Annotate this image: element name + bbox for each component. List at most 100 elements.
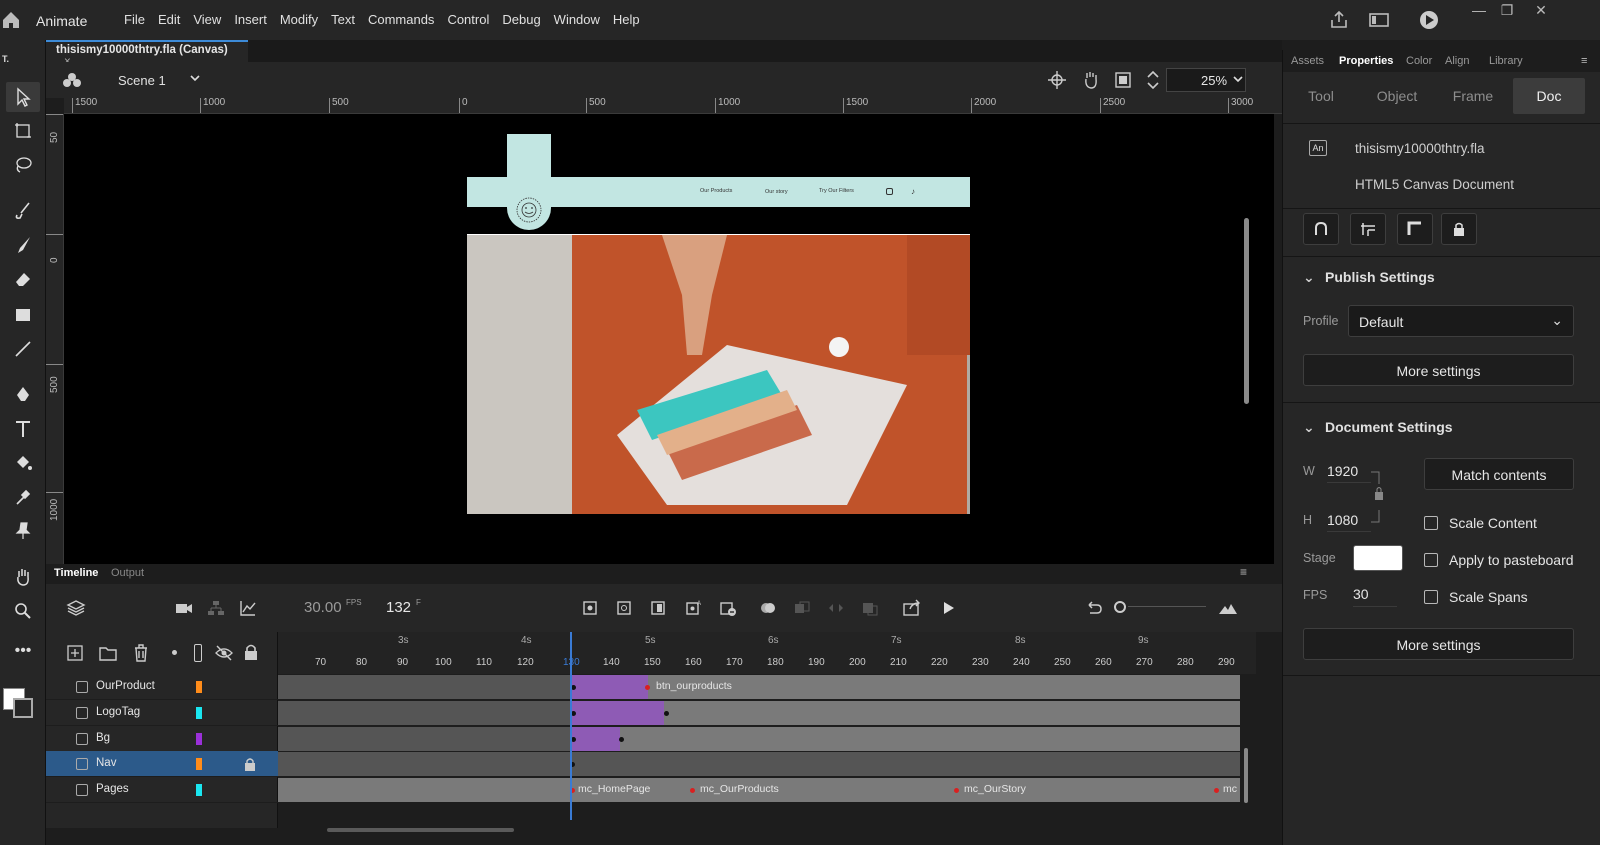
new-layer-icon[interactable] (66, 644, 84, 662)
free-transform-tool[interactable] (6, 116, 40, 146)
width-field[interactable]: 1920 (1327, 463, 1358, 479)
line-tool[interactable] (6, 334, 40, 364)
subtab-object[interactable]: Object (1361, 78, 1433, 114)
layer-row[interactable]: LogoTag (46, 700, 278, 726)
scene-name[interactable]: Scene 1 (118, 73, 166, 88)
profile-select[interactable]: Default ⌄ (1348, 305, 1574, 337)
motion-tween[interactable] (570, 727, 620, 751)
motion-tween[interactable] (570, 701, 664, 725)
document-settings-header[interactable]: ⌄ Document Settings (1303, 419, 1453, 436)
keyframe[interactable] (1214, 788, 1219, 793)
menu-modify[interactable]: Modify (280, 12, 318, 27)
rotate-stage-icon[interactable] (1080, 69, 1102, 91)
fps-field[interactable]: 30 (1353, 586, 1369, 602)
apply-pasteboard-checkbox[interactable] (1424, 553, 1438, 567)
zoom-slider-track[interactable] (1128, 606, 1206, 607)
keyframe[interactable] (619, 737, 624, 742)
panel-menu-icon[interactable]: ≡ (1581, 55, 1587, 67)
menu-view[interactable]: View (193, 12, 221, 27)
home-icon[interactable] (0, 9, 22, 31)
test-movie-icon[interactable] (1418, 10, 1440, 30)
layer-color-swatch[interactable] (196, 681, 202, 693)
minimize-icon[interactable]: — (1468, 2, 1490, 20)
play-icon[interactable] (938, 598, 958, 618)
frame-row-nav[interactable] (278, 752, 1240, 776)
height-field[interactable]: 1080 (1327, 512, 1358, 528)
fit-frames-icon[interactable] (1218, 598, 1238, 618)
nav-link-filters[interactable]: Try Our Filters (819, 188, 854, 194)
paint-bucket-tool[interactable] (6, 448, 40, 478)
layers-icon[interactable] (66, 598, 86, 618)
nav-link-products[interactable]: Our Products (700, 188, 732, 194)
eraser-tool[interactable] (6, 264, 40, 294)
tab-assets[interactable]: Assets (1291, 55, 1324, 67)
menu-debug[interactable]: Debug (502, 12, 540, 27)
frame-grid[interactable]: btn_ourproducts mc_HomePage mc_OurProduc… (278, 674, 1256, 834)
subtab-frame[interactable]: Frame (1437, 78, 1509, 114)
stage-canvas[interactable]: Our Products Our story Try Our Filters ♪ (64, 114, 1274, 564)
publish-icon[interactable] (1328, 10, 1350, 30)
layer-row[interactable]: Pages (46, 777, 278, 803)
instagram-icon[interactable] (886, 188, 893, 195)
tiktok-icon[interactable]: ♪ (911, 187, 915, 196)
subtab-tool[interactable]: Tool (1285, 78, 1357, 114)
keyframe[interactable] (664, 711, 669, 716)
insert-frame-icon[interactable] (648, 598, 668, 618)
tab-library[interactable]: Library (1489, 55, 1523, 67)
delete-frame-icon[interactable] (718, 598, 738, 618)
pin-tool[interactable] (6, 516, 40, 546)
more-tools[interactable]: ••• (6, 636, 40, 666)
current-frame-display[interactable]: 132 (386, 599, 411, 616)
hand-tool[interactable] (6, 562, 40, 592)
stage-color-swatch[interactable] (1353, 545, 1403, 571)
frame-row-ourproduct[interactable]: btn_ourproducts (278, 675, 1240, 699)
onion-skin-icon[interactable] (758, 598, 778, 618)
menu-insert[interactable]: Insert (234, 12, 267, 27)
camera-icon[interactable] (174, 598, 194, 618)
zoom-stepper-icon[interactable] (1142, 69, 1164, 91)
close-window-icon[interactable]: ✕ (1530, 2, 1552, 20)
text-tool[interactable] (6, 414, 40, 444)
layer-color-swatch[interactable] (196, 784, 202, 796)
pen-tool[interactable] (6, 380, 40, 410)
keyframe[interactable] (645, 685, 650, 690)
publish-settings-header[interactable]: ⌄ Publish Settings (1303, 269, 1435, 286)
menu-commands[interactable]: Commands (368, 12, 434, 27)
rulers-button[interactable] (1397, 213, 1433, 245)
restore-icon[interactable]: ❐ (1496, 2, 1518, 20)
tab-properties[interactable]: Properties (1339, 55, 1393, 67)
motion-tween[interactable] (570, 675, 648, 699)
brush-tool[interactable] (6, 230, 40, 260)
frame-ruler[interactable]: 3s 4s 5s 6s 7s 8s 9s 70 80 90 100 110 12… (278, 632, 1256, 674)
timeline-menu-icon[interactable]: ≡ (1240, 565, 1247, 579)
undo-icon[interactable] (1084, 598, 1104, 618)
keyframe[interactable] (690, 788, 695, 793)
tab-color[interactable]: Color (1406, 55, 1432, 67)
menu-control[interactable]: Control (447, 12, 489, 27)
chevron-down-icon[interactable] (188, 71, 202, 85)
layer-row[interactable]: Bg (46, 726, 278, 752)
logo-tag[interactable] (507, 134, 551, 230)
document-tab[interactable]: thisismy10000thtry.fla (Canvas) × (46, 40, 248, 68)
export-icon[interactable] (902, 598, 922, 618)
publish-more-settings-button[interactable]: More settings (1303, 354, 1574, 386)
layer-parenting-icon[interactable] (206, 598, 226, 618)
timeline-vertical-scrollbar[interactable] (1244, 748, 1248, 803)
background-photo[interactable] (467, 235, 970, 514)
rectangle-tool[interactable] (6, 300, 40, 330)
paint-brush-tool[interactable] (6, 196, 40, 226)
menu-window[interactable]: Window (554, 12, 600, 27)
fps-display[interactable]: 30.00 (304, 599, 342, 616)
scale-content-checkbox[interactable] (1424, 516, 1438, 530)
subtab-doc[interactable]: Doc (1513, 78, 1585, 114)
lock-guides-button[interactable] (1441, 213, 1477, 245)
scene-icon[interactable] (62, 71, 82, 89)
canvas-vertical-scrollbar[interactable] (1244, 218, 1249, 404)
layer-color-swatch[interactable] (196, 758, 202, 770)
match-contents-button[interactable]: Match contents (1424, 458, 1574, 490)
snap-magnet-button[interactable] (1303, 213, 1339, 245)
link-dimensions-icon[interactable] (1369, 470, 1385, 524)
frame-row-pages[interactable]: mc_HomePage mc_OurProducts mc_OurStory m… (278, 778, 1240, 802)
eyedropper-tool[interactable] (6, 482, 40, 512)
graph-icon[interactable] (238, 598, 258, 618)
